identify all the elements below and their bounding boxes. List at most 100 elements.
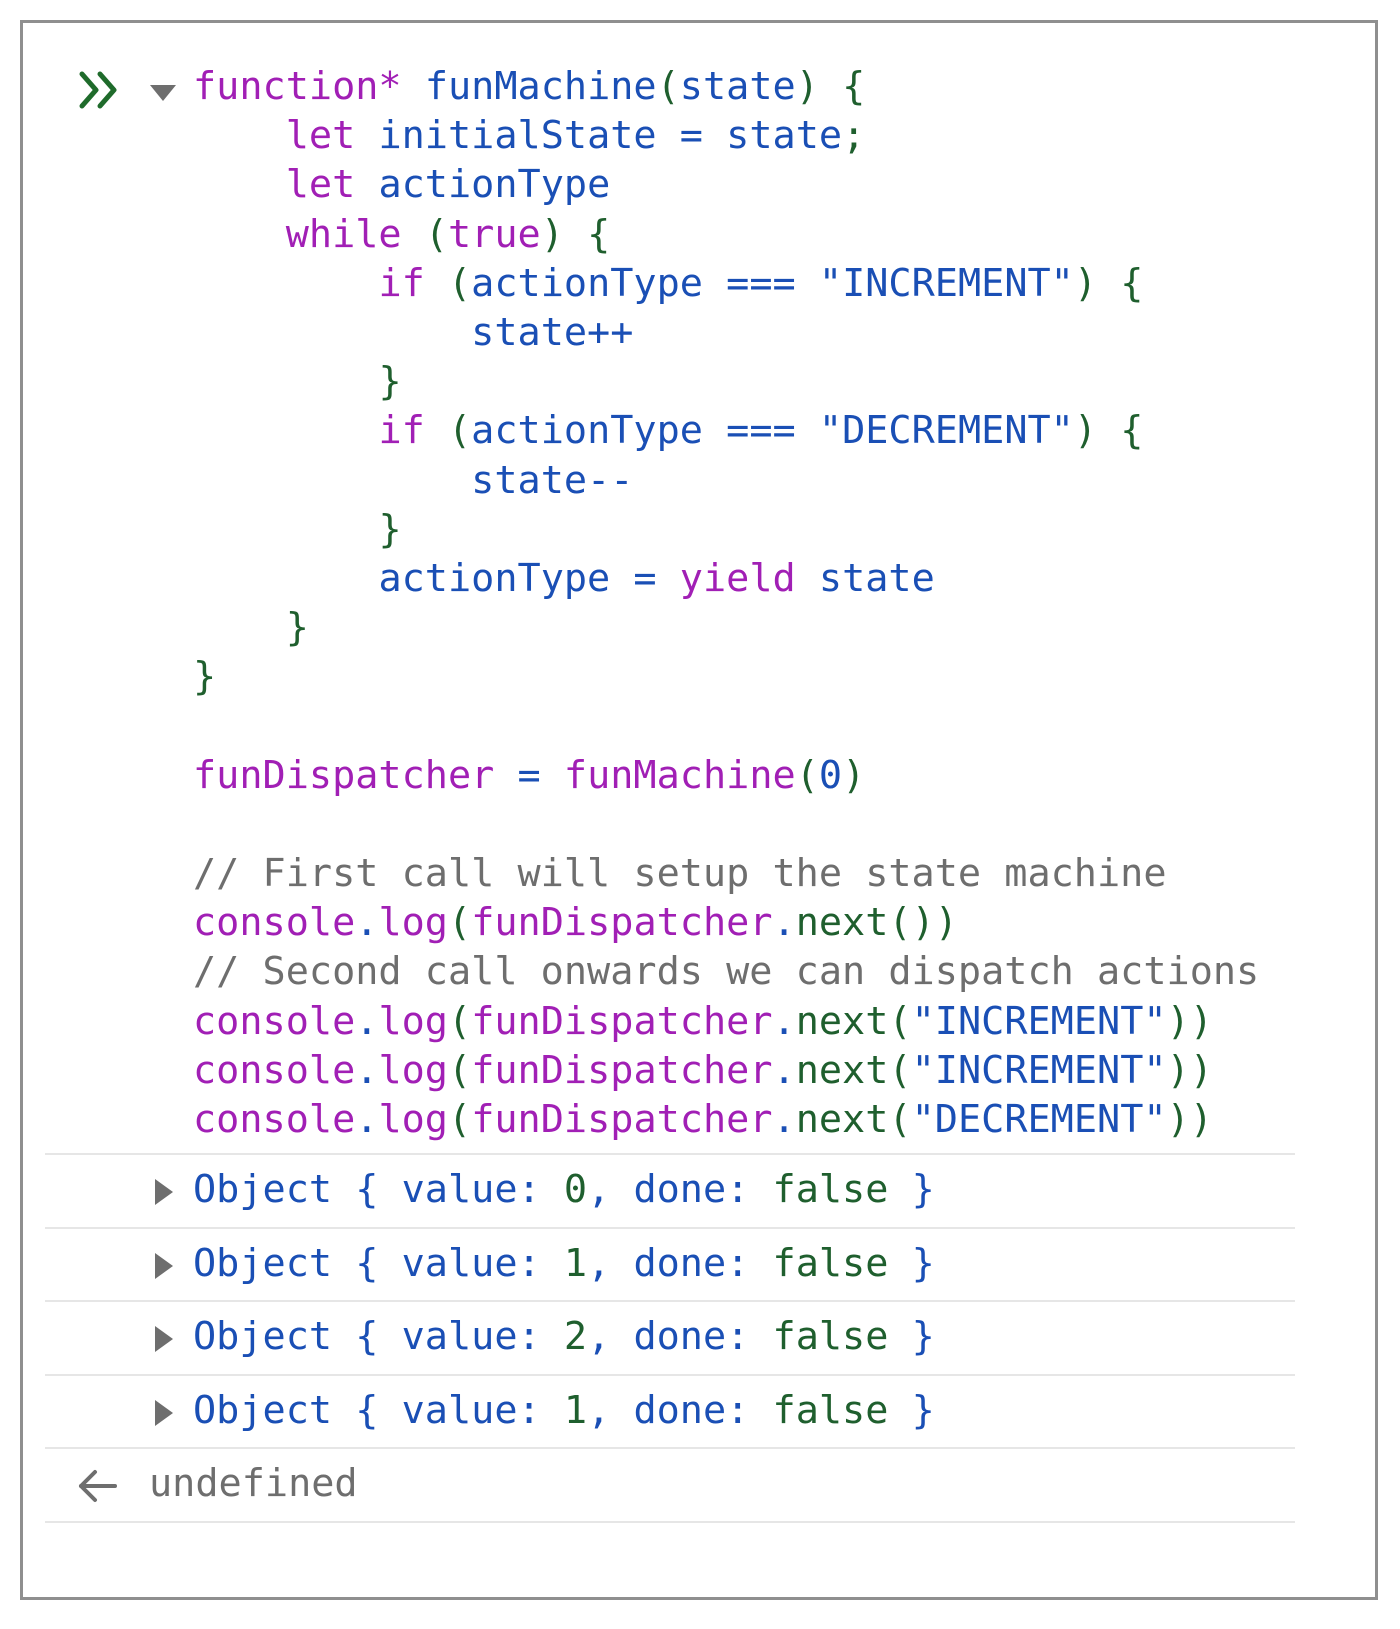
code-token: 0 (818, 752, 843, 798)
expand-triangle-icon[interactable] (155, 1252, 173, 1279)
code-token: "INCREMENT" (911, 1047, 1167, 1093)
console-prompt-icon (79, 71, 117, 109)
console-output-row[interactable]: Object { value: 2, done: false } (45, 1300, 1295, 1373)
preview-token: , (587, 1167, 634, 1212)
code-line: // Second call onwards we can dispatch a… (193, 947, 1259, 996)
code-line: console.log(funDispatcher.next("INCREMEN… (193, 1046, 1259, 1095)
code-line: let initialState = state; (193, 111, 1259, 160)
code-token: log (378, 1047, 448, 1093)
code-token: ) (1073, 260, 1098, 306)
console-output-row[interactable]: Object { value: 1, done: false } (45, 1373, 1295, 1447)
code-token: actionType (471, 408, 703, 454)
expand-triangle-icon[interactable] (155, 1179, 173, 1205)
code-token: while (285, 211, 402, 257)
preview-token: : (726, 1167, 773, 1212)
code-token: . (355, 1047, 379, 1093)
code-token: ( (424, 211, 448, 257)
code-token: . (772, 998, 796, 1044)
preview-token: , (587, 1240, 634, 1286)
code-token: ) (1073, 408, 1098, 454)
code-token: console (193, 900, 356, 946)
console-output-row[interactable]: Object { value: 0, done: false } (45, 1153, 1295, 1226)
code-token: ) (540, 211, 564, 257)
code-token: } (193, 654, 217, 700)
code-token: ( (888, 1047, 912, 1093)
code-token: initialState (378, 113, 657, 159)
code-token: ) (795, 64, 819, 109)
code-token: actionType (378, 555, 611, 601)
code-line: state++ (193, 308, 1259, 357)
preview-token: { (332, 1314, 402, 1359)
collapse-triangle-icon[interactable] (149, 83, 177, 103)
code-line: } (193, 603, 1259, 652)
code-token: console (193, 998, 356, 1044)
code-token: ()) (888, 900, 958, 946)
code-token: === (726, 408, 796, 454)
code-token: next (795, 1047, 889, 1093)
code-token: "INCREMENT" (818, 260, 1074, 306)
code-token: { (842, 64, 866, 109)
code-token: next (795, 900, 889, 946)
code-line: } (193, 652, 1259, 701)
code-token: === (726, 260, 796, 306)
object-preview: Object { value: 2, done: false } (193, 1312, 935, 1362)
console-panel: function* funMachine(state) { let initia… (20, 20, 1378, 1600)
return-arrow-icon (79, 1470, 117, 1502)
expand-triangle-icon[interactable] (155, 1326, 173, 1352)
code-token: yield (679, 555, 796, 601)
object-value: 1 (563, 1240, 588, 1286)
code-token: ) (842, 752, 866, 798)
console-output-row[interactable]: Object { value: 1, done: false } (45, 1226, 1295, 1300)
object-key: value (401, 1314, 518, 1359)
code-token: = (517, 752, 541, 798)
expand-triangle-icon[interactable] (155, 1399, 173, 1426)
code-token: actionType (378, 162, 611, 208)
code-token: funDispatcher (471, 900, 773, 946)
code-token: "INCREMENT" (911, 998, 1167, 1044)
code-token: . (772, 900, 796, 946)
code-token: if (378, 260, 425, 306)
code-token: ( (656, 64, 680, 109)
preview-token: : (726, 1240, 773, 1286)
preview-token: { (332, 1167, 402, 1212)
code-comment: // Second call onwards we can dispatch a… (193, 949, 1260, 995)
code-token: state (679, 64, 796, 109)
preview-token: : (517, 1387, 564, 1433)
code-line: while (true) { (193, 210, 1259, 259)
preview-token: , (587, 1387, 634, 1433)
preview-token: } (888, 1314, 935, 1359)
object-key: value (401, 1167, 518, 1212)
code-token: ( (447, 260, 472, 306)
code-token: log (378, 1096, 448, 1142)
code-token: } (285, 605, 309, 651)
code-token: next (795, 1096, 889, 1142)
code-comment: // First call will setup the state machi… (193, 851, 1167, 896)
console-input-code[interactable]: function* funMachine(state) { let initia… (193, 62, 1259, 1144)
preview-token: : (726, 1314, 773, 1359)
code-token: ( (888, 1096, 912, 1142)
code-token: log (378, 998, 448, 1044)
code-token: next (795, 998, 889, 1044)
code-token: . (355, 900, 379, 946)
code-line: let actionType (193, 160, 1259, 209)
code-token: console (193, 1047, 356, 1093)
preview-token: } (888, 1387, 935, 1433)
code-token: ( (448, 900, 472, 946)
